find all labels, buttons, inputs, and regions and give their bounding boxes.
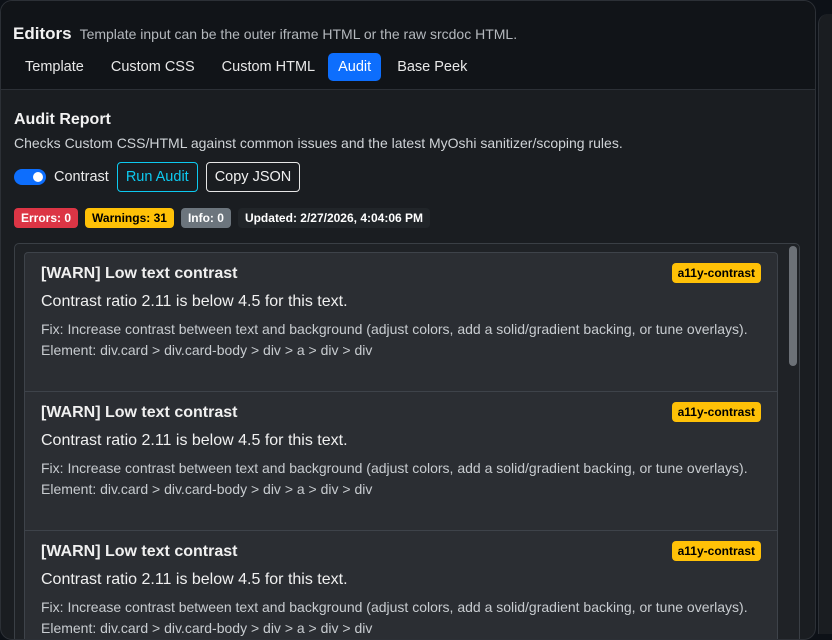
tab-audit[interactable]: Audit <box>328 53 382 81</box>
audit-item-element: Element: div.card > div.card-body > div … <box>41 342 373 358</box>
audit-item-element: Element: div.card > div.card-body > div … <box>41 481 373 497</box>
errors-badge: Errors: 0 <box>14 208 79 228</box>
toggle-knob <box>33 172 43 182</box>
audit-summary-badges: Errors: 0 Warnings: 31 Info: 0 Updated: … <box>14 208 802 228</box>
audit-item-message: Contrast ratio 2.11 is below 4.5 for thi… <box>41 571 348 588</box>
audit-item-title: [WARN] Low text contrast <box>41 265 238 282</box>
tab-template[interactable]: Template <box>15 53 94 81</box>
updated-badge: Updated: 2/27/2026, 4:04:06 PM <box>237 208 431 228</box>
audit-report-title: Audit Report <box>14 111 111 128</box>
panel-title: Editors <box>13 24 72 43</box>
audit-controls: Contrast Run Audit Copy JSON <box>14 162 802 192</box>
audit-item-tag: a11y-contrast <box>671 541 761 561</box>
audit-item-title: [WARN] Low text contrast <box>41 543 238 560</box>
info-badge: Info: 0 <box>180 208 231 228</box>
audit-item: [WARN] Low text contrast a11y-contrast C… <box>25 253 777 392</box>
audit-item: [WARN] Low text contrast a11y-contrast C… <box>25 392 777 531</box>
tab-custom-css[interactable]: Custom CSS <box>101 53 205 81</box>
tab-custom-html[interactable]: Custom HTML <box>212 53 325 81</box>
editor-tabs: Template Custom CSS Custom HTML Audit Ba… <box>13 53 803 81</box>
audit-item-fix: Fix: Increase contrast between text and … <box>41 460 748 476</box>
audit-item: [WARN] Low text contrast a11y-contrast C… <box>25 531 777 639</box>
contrast-toggle-label[interactable]: Contrast <box>54 169 109 185</box>
warnings-badge: Warnings: 31 <box>85 208 174 228</box>
audit-item-fix: Fix: Increase contrast between text and … <box>41 599 748 615</box>
audit-results-scroll[interactable]: [WARN] Low text contrast a11y-contrast C… <box>14 243 800 639</box>
audit-item-title: [WARN] Low text contrast <box>41 404 238 421</box>
audit-item-message: Contrast ratio 2.11 is below 4.5 for thi… <box>41 293 348 310</box>
audit-item-message: Contrast ratio 2.11 is below 4.5 for thi… <box>41 432 348 449</box>
audit-item-tag: a11y-contrast <box>671 402 761 422</box>
editors-header: Editors Template input can be the outer … <box>1 1 815 90</box>
results-scrollbar-thumb[interactable] <box>789 246 797 366</box>
tab-base-peek[interactable]: Base Peek <box>387 53 477 81</box>
title-row: Editors Template input can be the outer … <box>13 1 803 44</box>
audit-item-element: Element: div.card > div.card-body > div … <box>41 620 373 636</box>
audit-results-list: [WARN] Low text contrast a11y-contrast C… <box>24 252 778 639</box>
audit-item-tag: a11y-contrast <box>671 263 761 283</box>
editors-panel: Editors Template input can be the outer … <box>0 0 816 640</box>
audit-report-description: Checks Custom CSS/HTML against common is… <box>14 135 623 151</box>
audit-item-fix: Fix: Increase contrast between text and … <box>41 321 748 337</box>
copy-json-button[interactable]: Copy JSON <box>205 162 301 192</box>
audit-body: Audit Report Checks Custom CSS/HTML agai… <box>1 111 815 228</box>
contrast-toggle[interactable] <box>14 169 46 185</box>
adjacent-panel-edge <box>818 14 832 634</box>
run-audit-button[interactable]: Run Audit <box>116 162 198 192</box>
panel-subtitle: Template input can be the outer iframe H… <box>79 26 518 42</box>
